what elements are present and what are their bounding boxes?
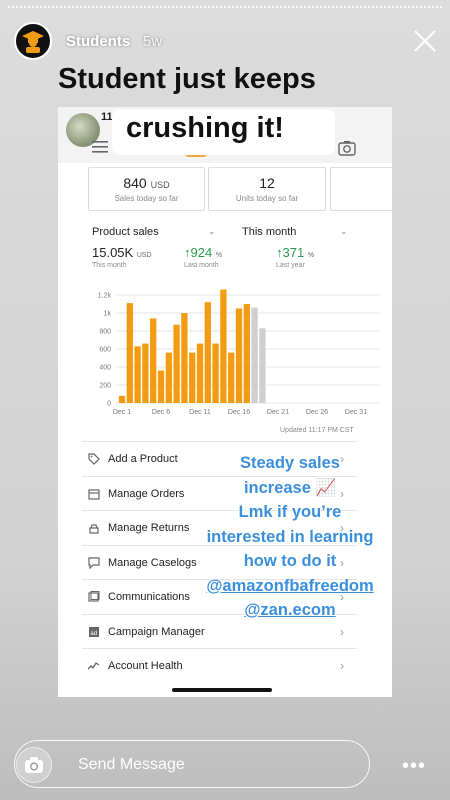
menu-item-label: Manage Caselogs xyxy=(108,556,197,569)
chart-bar xyxy=(212,343,219,403)
y-tick-label: 1k xyxy=(104,311,112,318)
chart-bar xyxy=(173,324,180,403)
chart-bar xyxy=(150,318,157,403)
chart-bar xyxy=(189,352,196,403)
this-month-label: This month xyxy=(92,262,127,269)
chart-bar xyxy=(220,289,227,403)
sales-today-label: Sales today so far xyxy=(114,194,179,203)
y-tick-label: 600 xyxy=(99,347,111,354)
last-year-label: Last year xyxy=(276,262,305,269)
chart-bar xyxy=(165,352,172,403)
x-tick-label: Dec 1 xyxy=(113,409,131,416)
caption-line: interested in learning xyxy=(206,527,374,546)
menu-item-label: Account Health xyxy=(108,660,183,672)
units-today-value: 12 xyxy=(259,175,275,191)
units-today-label: Units today so far xyxy=(235,194,299,203)
chevron-down-icon: ⌄ xyxy=(208,226,216,236)
caption-line: increase 📈 xyxy=(243,478,337,497)
x-tick-label: Dec 11 xyxy=(189,409,211,416)
chart-bar xyxy=(126,303,133,403)
sales-stats: 840 USD Sales today so far 12 Units toda… xyxy=(58,167,392,217)
box-icon xyxy=(88,488,100,500)
chart-filters: Product sales ⌄ This month ⌄ xyxy=(58,222,392,242)
send-message-placeholder: Send Message xyxy=(78,756,185,773)
menu-item-label: Communications xyxy=(108,591,190,603)
pulse-icon xyxy=(88,662,100,670)
send-message-input[interactable] xyxy=(14,740,370,788)
y-tick-label: 200 xyxy=(99,383,111,390)
last-year-change: ↑371 % xyxy=(276,245,315,260)
svg-text:ad: ad xyxy=(90,630,97,636)
story-progress-bar xyxy=(8,6,442,9)
story-viewer: Students 5w 11 840 USD Sales today so fa… xyxy=(0,0,450,800)
story-username[interactable]: Students xyxy=(66,33,130,50)
last-month-label: Last month xyxy=(184,262,219,269)
sales-today-value: 840 USD xyxy=(123,175,170,191)
y-tick-label: 800 xyxy=(99,329,111,336)
sales-bar-chart: 0 200 400 600 800 1k 1.2k Dec 1 Dec 6 Dec 11 Dec 1… xyxy=(98,289,380,416)
updated-timestamp: Updated 11:17 PM CST xyxy=(280,427,354,434)
story-caption: Steady sales increase 📈 Lmk if you’re in… xyxy=(185,451,395,623)
close-icon[interactable] xyxy=(412,28,438,54)
chart-bar xyxy=(142,343,149,403)
extra-stat-card xyxy=(330,167,392,211)
camera-button[interactable] xyxy=(16,747,52,783)
x-tick-label: Dec 6 xyxy=(152,409,170,416)
chart-bar xyxy=(134,346,141,403)
graduate-avatar-icon xyxy=(22,31,44,53)
menu-item-label: Add a Product xyxy=(108,453,178,465)
menu-item-label: Campaign Manager xyxy=(108,625,205,638)
return-icon xyxy=(89,524,99,534)
x-tick-label: Dec 16 xyxy=(228,409,250,416)
more-icon[interactable]: ••• xyxy=(402,755,426,778)
camera-icon xyxy=(25,757,43,773)
profile-avatar[interactable] xyxy=(14,22,52,60)
chart-bar xyxy=(243,304,250,403)
units-today-card: 12 Units today so far xyxy=(208,167,326,211)
chat-icon xyxy=(88,556,100,569)
chart-bar xyxy=(157,370,165,403)
chart-bar xyxy=(251,307,258,403)
caption-line: Steady sales xyxy=(240,454,340,472)
message-icon xyxy=(88,591,100,602)
period-filter: This month xyxy=(242,226,297,238)
mention-amazonfbafreedom[interactable]: @amazonfbafreedom xyxy=(185,574,395,599)
menu-item-account-health[interactable]: Account Health › xyxy=(82,648,357,682)
y-tick-label: 0 xyxy=(107,401,111,408)
mention-zan-ecom[interactable]: @zan.ecom xyxy=(185,598,395,623)
menu-item-label: Manage Returns xyxy=(108,522,190,534)
tag-icon xyxy=(88,453,100,465)
story-timestamp: 5w xyxy=(143,33,163,50)
menu-item-label: Manage Orders xyxy=(108,487,185,500)
caption-line: Lmk if you’re xyxy=(238,503,342,521)
sales-metrics: 15.05K USD This month ↑924 % Last month … xyxy=(58,245,392,277)
chart-bar xyxy=(181,313,188,403)
x-tick-label: Dec 21 xyxy=(267,409,289,416)
metric-filter: Product sales xyxy=(92,226,159,238)
x-tick-label: Dec 26 xyxy=(306,409,328,416)
sales-today-card: 840 USD Sales today so far xyxy=(88,167,205,211)
home-indicator xyxy=(172,688,272,692)
chevron-down-icon: ⌄ xyxy=(340,226,348,236)
chart-bar xyxy=(196,343,204,403)
chart-bar xyxy=(228,352,235,403)
chevron-right-icon: › xyxy=(340,659,344,673)
last-month-change: ↑924 % xyxy=(184,245,223,260)
chart-bar xyxy=(118,395,126,403)
this-month-value: 15.05K USD xyxy=(92,245,152,260)
chevron-right-icon: › xyxy=(340,624,344,639)
title-line-2: crushing it! xyxy=(126,112,284,144)
chart-bar xyxy=(235,308,243,403)
y-tick-label: 400 xyxy=(99,365,111,372)
chart-bar xyxy=(204,302,211,403)
ad-icon: ad xyxy=(89,626,99,637)
caption-line: how to do it xyxy=(243,552,337,570)
story-title: Student just keeps crushing it! xyxy=(52,63,398,158)
chart-bar xyxy=(259,328,266,403)
y-tick-label: 1.2k xyxy=(98,293,112,300)
title-line-1: Student just keeps xyxy=(58,63,316,95)
x-tick-label: Dec 31 xyxy=(345,409,367,416)
